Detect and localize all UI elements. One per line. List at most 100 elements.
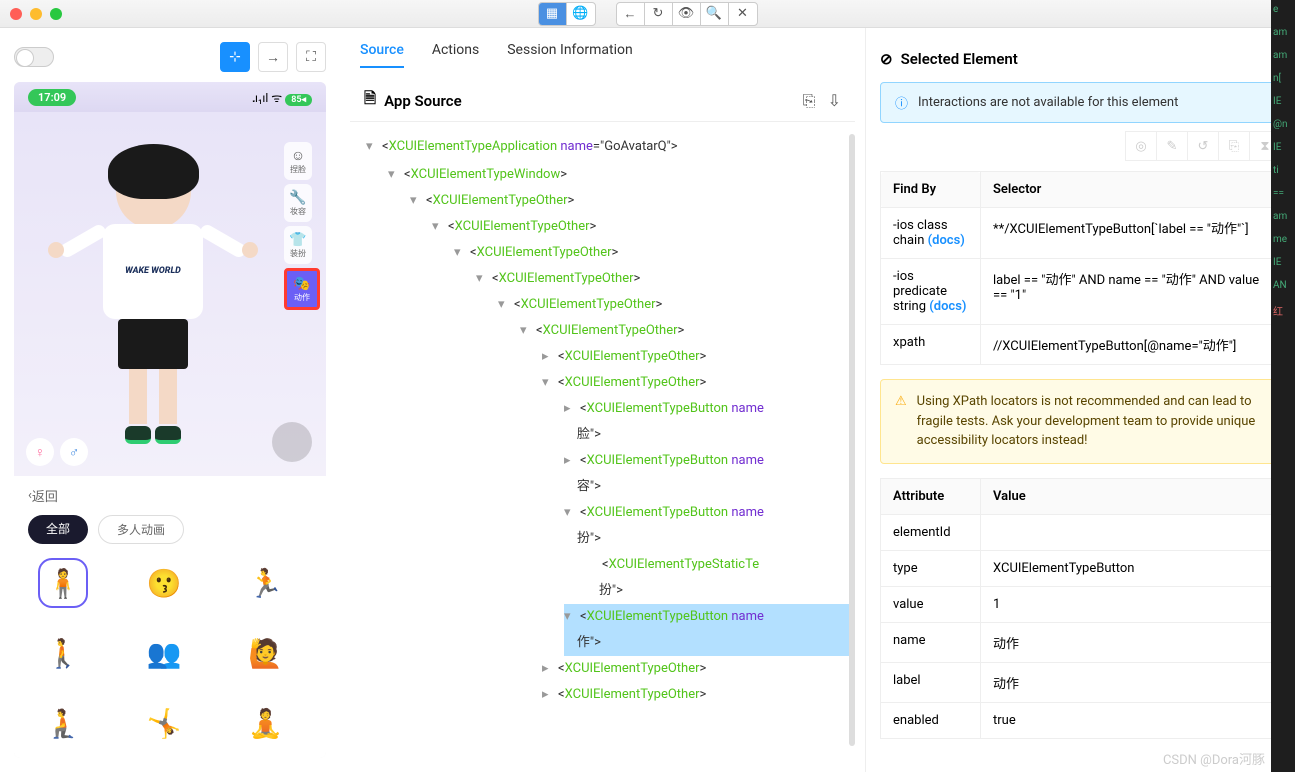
refresh-button[interactable]: ↻: [645, 3, 673, 25]
tree-node-other[interactable]: ▾<XCUIElementTypeOther>: [542, 370, 849, 396]
tree-node-button-selected[interactable]: ▾<XCUIElementTypeButton name 作">: [564, 604, 849, 656]
tree-node-button[interactable]: ▸<XCUIElementTypeButton name 脸">: [564, 396, 849, 448]
pose-raise-icon[interactable]: 🙋: [241, 628, 291, 678]
pose-grid: 🧍 😗 🏃 🚶 👥 🙋 🧎 🤸 🧘: [28, 558, 312, 748]
tab-actions[interactable]: Actions: [432, 42, 479, 68]
docs-link[interactable]: (docs): [928, 233, 965, 248]
eye-button[interactable]: 👁: [673, 3, 701, 25]
download-xml-button[interactable]: ⇩: [828, 91, 841, 111]
close-window-button[interactable]: [10, 8, 22, 20]
face-tool-icon[interactable]: ☺捏脸: [284, 142, 312, 180]
main-tabs: Source Actions Session Information: [350, 42, 855, 80]
source-panel-header: 🗎 App Source ⎘ ⇩: [350, 80, 855, 122]
select-element-button[interactable]: ⊹: [220, 42, 250, 72]
category-pills: 全部 多人动画: [28, 515, 312, 544]
action-tool-icon-highlighted[interactable]: 🎭动作: [284, 268, 320, 310]
info-icon: ⓘ: [895, 93, 908, 112]
table-row: elementId: [881, 514, 1281, 550]
fullscreen-button[interactable]: ⛶: [296, 42, 326, 72]
pill-multi[interactable]: 多人动画: [98, 515, 184, 544]
pose-group-icon[interactable]: 👥: [139, 628, 189, 678]
tree-node-other[interactable]: ▸<XCUIElementTypeOther>: [542, 344, 849, 370]
tap-button[interactable]: ◎: [1125, 131, 1157, 161]
joystick-icon[interactable]: [272, 422, 312, 462]
minimize-window-button[interactable]: [30, 8, 42, 20]
tree-node-button[interactable]: ▾<XCUIElementTypeButton name 扮">: [564, 500, 849, 552]
scrollbar[interactable]: [849, 134, 855, 746]
table-row: name动作: [881, 622, 1281, 662]
tab-session-info[interactable]: Session Information: [507, 42, 633, 68]
tree-node-other[interactable]: ▾<XCUIElementTypeOther>: [410, 188, 849, 214]
table-row: enabledtrue: [881, 702, 1281, 738]
close-session-button[interactable]: ✕: [729, 3, 757, 25]
attribute-header: Attribute: [881, 478, 981, 514]
dress-tool-icon[interactable]: 👕装扮: [284, 226, 312, 264]
docs-link[interactable]: (docs): [929, 299, 966, 314]
gender-buttons: ♀ ♂: [26, 438, 88, 466]
tree-node-other[interactable]: ▾<XCUIElementTypeOther>: [476, 266, 849, 292]
status-indicators: ᎐ı₁ıl ᯤ 85◂: [252, 89, 312, 106]
mjpeg-toggle[interactable]: [14, 47, 54, 67]
makeup-tool-icon[interactable]: 🔧妆容: [284, 184, 312, 222]
selected-element-panel: ⊘ Selected Element ⓘ Interactions are no…: [865, 28, 1295, 772]
pose-flip-icon[interactable]: 🤸: [139, 698, 189, 748]
tree-node-other[interactable]: ▾<XCUIElementTypeOther>: [454, 240, 849, 266]
clear-button[interactable]: ↺: [1187, 131, 1219, 161]
female-button[interactable]: ♀: [26, 438, 54, 466]
pose-yoga-icon[interactable]: 🧘: [241, 698, 291, 748]
avatar-area: WAKE WORLD ☺捏脸 🔧妆容 👕装扮 🎭动作 ♀ ♂: [14, 112, 326, 476]
traffic-lights: [10, 8, 62, 20]
view-mode-group: ▦ 🌐: [538, 2, 596, 26]
send-keys-button[interactable]: ✎: [1156, 131, 1188, 161]
source-panel: Source Actions Session Information 🗎 App…: [340, 28, 865, 772]
findby-header: Find By: [881, 172, 981, 208]
xpath-warning: ⚠ Using XPath locators is not recommende…: [880, 379, 1281, 464]
avatar-figure: WAKE WORLD: [68, 154, 238, 434]
pose-run-icon[interactable]: 🏃: [241, 558, 291, 608]
search-button[interactable]: 🔍: [701, 3, 729, 25]
tree-node-other[interactable]: ▾<XCUIElementTypeOther>: [498, 292, 849, 318]
device-screenshot[interactable]: 17:09 ᎐ı₁ıl ᯤ 85◂ WAKE WORLD ☺捏脸: [14, 82, 326, 758]
tree-node-other[interactable]: ▸<XCUIElementTypeOther>: [542, 682, 849, 708]
pill-all[interactable]: 全部: [28, 515, 88, 544]
table-row: typeXCUIElementTypeButton: [881, 550, 1281, 586]
tree-node-button[interactable]: ▸<XCUIElementTypeButton name 容">: [564, 448, 849, 500]
table-row: -ios predicate string (docs) label == "动…: [881, 259, 1281, 325]
copy-xml-button[interactable]: ⎘: [803, 91, 816, 111]
status-time: 17:09: [28, 89, 76, 106]
tree-node-other[interactable]: ▾<XCUIElementTypeOther>: [520, 318, 849, 344]
pose-kneel-icon[interactable]: 🧎: [38, 698, 88, 748]
pose-walk-icon[interactable]: 🚶: [38, 628, 88, 678]
selector-header: Selector: [981, 172, 1281, 208]
tree-node-other[interactable]: ▸<XCUIElementTypeOther>: [542, 656, 849, 682]
nav-group: ← ↻ 👁 🔍 ✕: [616, 2, 758, 26]
tag-icon: ⊘: [880, 50, 893, 68]
source-tree[interactable]: ▾<XCUIElementTypeApplication name="GoAva…: [350, 122, 855, 758]
tree-node-other[interactable]: ▾<XCUIElementTypeOther>: [432, 214, 849, 240]
avatar-body: WAKE WORLD: [103, 224, 203, 319]
selected-element-title: Selected Element: [901, 50, 1018, 68]
grid-view-button[interactable]: ▦: [539, 3, 567, 25]
element-actions: ◎ ✎ ↺ ⎘ ⧗: [880, 131, 1281, 161]
back-button[interactable]: ←: [617, 3, 645, 25]
tree-node-statictext[interactable]: <XCUIElementTypeStaticTe 扮">: [586, 552, 849, 604]
swipe-button[interactable]: →: [258, 42, 288, 72]
back-row[interactable]: ‹ 返回: [28, 486, 312, 505]
tab-source[interactable]: Source: [360, 42, 404, 68]
tree-node-application[interactable]: ▾<XCUIElementTypeApplication name="GoAva…: [366, 134, 849, 162]
table-row: label动作: [881, 662, 1281, 702]
male-button[interactable]: ♂: [60, 438, 88, 466]
tree-node-window[interactable]: ▾<XCUIElementTypeWindow>: [388, 162, 849, 188]
center-toolbar: ▦ 🌐 ← ↻ 👁 🔍 ✕: [538, 2, 758, 26]
warning-icon: ⚠: [895, 392, 907, 451]
maximize-window-button[interactable]: [50, 8, 62, 20]
value-header: Value: [981, 478, 1281, 514]
side-tool-icons: ☺捏脸 🔧妆容 👕装扮 🎭动作: [284, 142, 316, 310]
pose-kiss-icon[interactable]: 😗: [139, 558, 189, 608]
globe-button[interactable]: 🌐: [567, 3, 595, 25]
device-panel: ⊹ → ⛶ 17:09 ᎐ı₁ıl ᯤ 85◂ WAKE WORLD: [0, 28, 340, 772]
avatar-head: [116, 154, 191, 229]
pose-stand-icon[interactable]: 🧍: [38, 558, 88, 608]
copy-button[interactable]: ⎘: [1218, 131, 1250, 161]
main-area: ⊹ → ⛶ 17:09 ᎐ı₁ıl ᯤ 85◂ WAKE WORLD: [0, 28, 1295, 772]
